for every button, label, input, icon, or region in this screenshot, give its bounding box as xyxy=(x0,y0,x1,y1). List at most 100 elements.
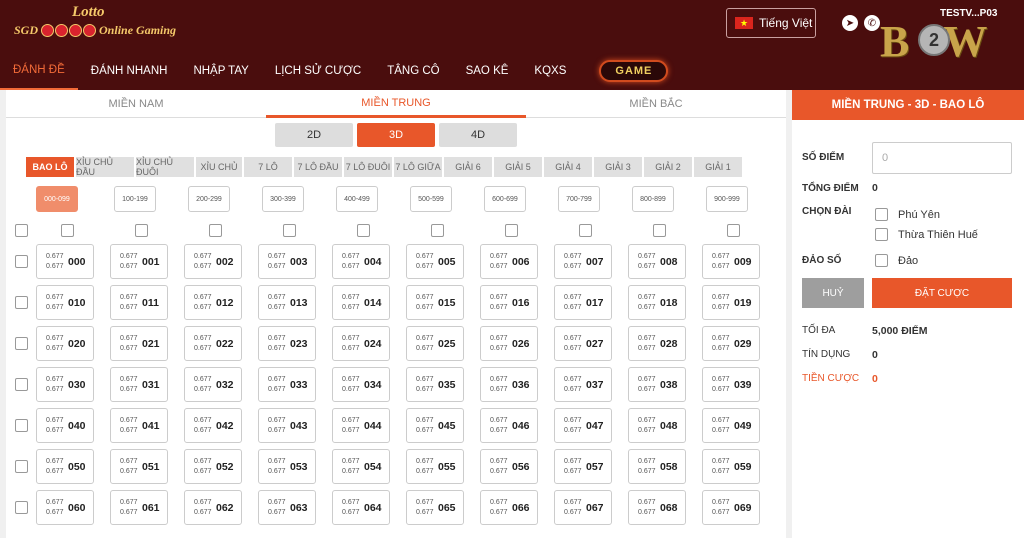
number-cell[interactable]: 0.677 0.677 063 xyxy=(258,490,316,525)
column-checkbox[interactable] xyxy=(135,224,148,237)
number-cell[interactable]: 0.677 0.677 065 xyxy=(406,490,464,525)
number-cell[interactable]: 0.677 0.677 032 xyxy=(184,367,242,402)
nav-tang-co[interactable]: TÂNG CÔ xyxy=(374,52,452,90)
column-checkbox[interactable] xyxy=(505,224,518,237)
number-cell[interactable]: 0.677 0.677 031 xyxy=(110,367,168,402)
tab-mien-bac[interactable]: MIỀN BẮC xyxy=(526,90,786,118)
bet-type-tab[interactable]: 7 LÔ ĐẦU xyxy=(294,157,342,177)
tab-mien-trung[interactable]: MIỀN TRUNG xyxy=(266,90,526,118)
number-cell[interactable]: 0.677 0.677 011 xyxy=(110,285,168,320)
bet-type-tab[interactable]: GIẢI 1 xyxy=(694,157,742,177)
number-cell[interactable]: 0.677 0.677 027 xyxy=(554,326,612,361)
number-cell[interactable]: 0.677 0.677 035 xyxy=(406,367,464,402)
bet-type-tab[interactable]: GIẢI 3 xyxy=(594,157,642,177)
tab-3d[interactable]: 3D xyxy=(357,123,435,147)
number-cell[interactable]: 0.677 0.677 013 xyxy=(258,285,316,320)
range-button[interactable]: 800-899 xyxy=(632,186,674,212)
number-cell[interactable]: 0.677 0.677 033 xyxy=(258,367,316,402)
number-cell[interactable]: 0.677 0.677 023 xyxy=(258,326,316,361)
column-checkbox[interactable] xyxy=(431,224,444,237)
range-button[interactable]: 300-399 xyxy=(262,186,304,212)
number-cell[interactable]: 0.677 0.677 012 xyxy=(184,285,242,320)
number-cell[interactable]: 0.677 0.677 026 xyxy=(480,326,538,361)
number-cell[interactable]: 0.677 0.677 068 xyxy=(628,490,686,525)
number-cell[interactable]: 0.677 0.677 009 xyxy=(702,244,760,279)
range-button[interactable]: 700-799 xyxy=(558,186,600,212)
nav-nhap-tay[interactable]: NHẬP TAY xyxy=(180,52,261,90)
number-cell[interactable]: 0.677 0.677 044 xyxy=(332,408,390,443)
number-cell[interactable]: 0.677 0.677 058 xyxy=(628,449,686,484)
select-all-checkbox[interactable] xyxy=(15,224,28,237)
row-checkbox[interactable] xyxy=(15,296,28,309)
number-cell[interactable]: 0.677 0.677 036 xyxy=(480,367,538,402)
column-checkbox[interactable] xyxy=(357,224,370,237)
nav-danh-nhanh[interactable]: ĐÁNH NHANH xyxy=(78,52,181,90)
number-cell[interactable]: 0.677 0.677 039 xyxy=(702,367,760,402)
row-checkbox[interactable] xyxy=(15,501,28,514)
number-cell[interactable]: 0.677 0.677 004 xyxy=(332,244,390,279)
bet-type-tab[interactable]: XỈU CHỦ xyxy=(196,157,242,177)
number-cell[interactable]: 0.677 0.677 060 xyxy=(36,490,94,525)
bet-type-tab[interactable]: GIẢI 5 xyxy=(494,157,542,177)
number-cell[interactable]: 0.677 0.677 042 xyxy=(184,408,242,443)
row-checkbox[interactable] xyxy=(15,337,28,350)
number-cell[interactable]: 0.677 0.677 022 xyxy=(184,326,242,361)
column-checkbox[interactable] xyxy=(61,224,74,237)
number-cell[interactable]: 0.677 0.677 005 xyxy=(406,244,464,279)
number-cell[interactable]: 0.677 0.677 049 xyxy=(702,408,760,443)
row-checkbox[interactable] xyxy=(15,255,28,268)
number-cell[interactable]: 0.677 0.677 045 xyxy=(406,408,464,443)
tab-4d[interactable]: 4D xyxy=(439,123,517,147)
number-cell[interactable]: 0.677 0.677 000 xyxy=(36,244,94,279)
number-cell[interactable]: 0.677 0.677 037 xyxy=(554,367,612,402)
bet-type-tab[interactable]: 7 LÔ xyxy=(244,157,292,177)
number-cell[interactable]: 0.677 0.677 029 xyxy=(702,326,760,361)
bet-type-tab[interactable]: GIẢI 2 xyxy=(644,157,692,177)
range-button[interactable]: 400-499 xyxy=(336,186,378,212)
nav-lich-su-cuoc[interactable]: LỊCH SỬ CƯỢC xyxy=(262,52,374,90)
number-cell[interactable]: 0.677 0.677 061 xyxy=(110,490,168,525)
dao-option[interactable]: Đảo xyxy=(875,254,918,267)
bet-type-tab[interactable]: GIẢI 4 xyxy=(544,157,592,177)
telegram-icon[interactable]: ➤ xyxy=(842,15,858,31)
number-cell[interactable]: 0.677 0.677 056 xyxy=(480,449,538,484)
number-cell[interactable]: 0.677 0.677 050 xyxy=(36,449,94,484)
number-cell[interactable]: 0.677 0.677 002 xyxy=(184,244,242,279)
number-cell[interactable]: 0.677 0.677 018 xyxy=(628,285,686,320)
bet-type-tab[interactable]: BAO LÔ xyxy=(26,157,74,177)
number-cell[interactable]: 0.677 0.677 020 xyxy=(36,326,94,361)
number-cell[interactable]: 0.677 0.677 043 xyxy=(258,408,316,443)
number-cell[interactable]: 0.677 0.677 038 xyxy=(628,367,686,402)
number-cell[interactable]: 0.677 0.677 024 xyxy=(332,326,390,361)
site-logo[interactable]: Lotto SGD Online Gaming xyxy=(14,4,176,44)
dai-option-thua-thien-hue[interactable]: Thừa Thiên Huế xyxy=(875,228,978,241)
bet-type-tab[interactable]: 7 LÔ ĐUÔI xyxy=(344,157,392,177)
number-cell[interactable]: 0.677 0.677 067 xyxy=(554,490,612,525)
row-checkbox[interactable] xyxy=(15,460,28,473)
range-button[interactable]: 500-599 xyxy=(410,186,452,212)
thua-thien-hue-checkbox[interactable] xyxy=(875,228,888,241)
tab-2d[interactable]: 2D xyxy=(275,123,353,147)
range-button[interactable]: 600-699 xyxy=(484,186,526,212)
number-cell[interactable]: 0.677 0.677 007 xyxy=(554,244,612,279)
number-cell[interactable]: 0.677 0.677 047 xyxy=(554,408,612,443)
number-cell[interactable]: 0.677 0.677 021 xyxy=(110,326,168,361)
column-checkbox[interactable] xyxy=(653,224,666,237)
number-cell[interactable]: 0.677 0.677 014 xyxy=(332,285,390,320)
number-cell[interactable]: 0.677 0.677 062 xyxy=(184,490,242,525)
range-button[interactable]: 000-099 xyxy=(36,186,78,212)
bet-type-tab[interactable]: XỈU CHỦ ĐẦU xyxy=(76,157,134,177)
dai-option-phu-yen[interactable]: Phú Yên xyxy=(875,208,940,221)
number-cell[interactable]: 0.677 0.677 010 xyxy=(36,285,94,320)
number-cell[interactable]: 0.677 0.677 034 xyxy=(332,367,390,402)
number-cell[interactable]: 0.677 0.677 048 xyxy=(628,408,686,443)
column-checkbox[interactable] xyxy=(209,224,222,237)
number-cell[interactable]: 0.677 0.677 057 xyxy=(554,449,612,484)
bet-type-tab[interactable]: 7 LÔ GIỮA xyxy=(394,157,442,177)
number-cell[interactable]: 0.677 0.677 059 xyxy=(702,449,760,484)
number-cell[interactable]: 0.677 0.677 017 xyxy=(554,285,612,320)
number-cell[interactable]: 0.677 0.677 046 xyxy=(480,408,538,443)
row-checkbox[interactable] xyxy=(15,419,28,432)
number-cell[interactable]: 0.677 0.677 016 xyxy=(480,285,538,320)
bet-type-tab[interactable]: GIẢI 6 xyxy=(444,157,492,177)
